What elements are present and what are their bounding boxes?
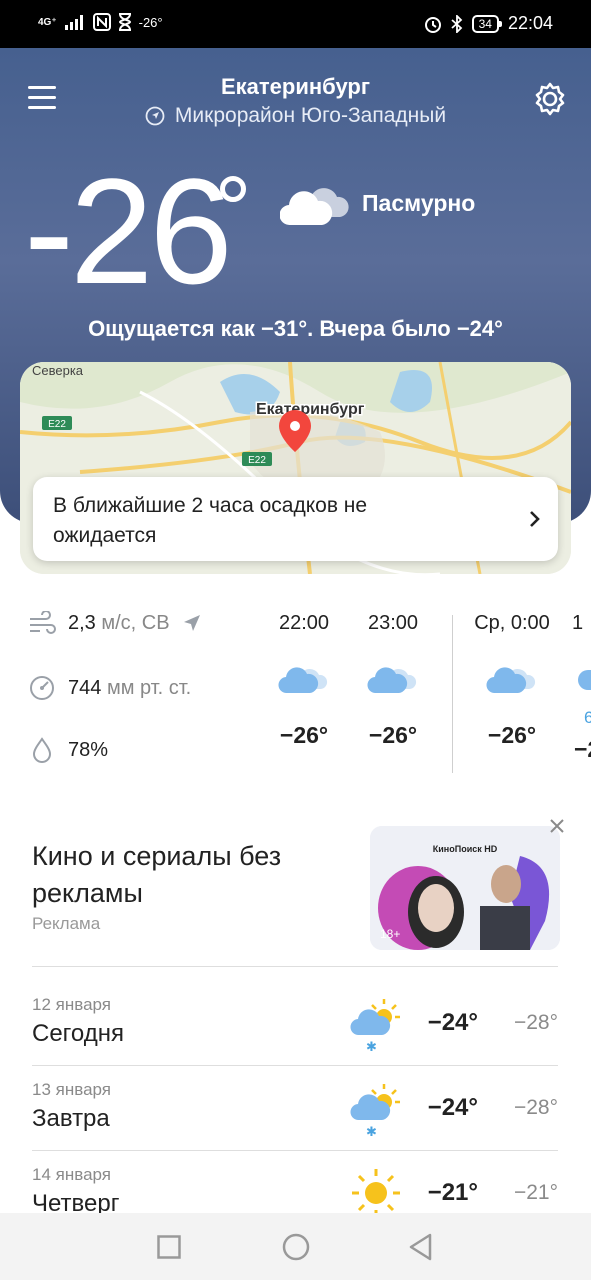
hour-temp: −2	[574, 736, 591, 762]
ad-title[interactable]: Кино и сериалы без рекламы	[32, 838, 342, 912]
separator	[32, 1150, 558, 1151]
humidity-value: 78%	[68, 738, 109, 761]
svg-text:✱: ✱	[366, 1125, 377, 1138]
separator	[32, 1065, 558, 1066]
settings-gear-icon[interactable]	[531, 80, 569, 118]
age-rating: 18+	[380, 927, 400, 941]
status-bar: 4G⁺ -26° 34 22:04	[0, 0, 591, 48]
partly-cloudy-snow-icon: ✱	[350, 1084, 400, 1138]
precipitation-text: В ближайшие 2 часа осадков не ожидается	[53, 494, 368, 547]
ad-brand: КиноПоиск HD	[433, 844, 498, 854]
hour-temp: −26°	[487, 722, 537, 748]
day-low: −28°	[513, 1011, 558, 1034]
wind-unit: м/с, СВ	[101, 611, 170, 634]
day-divider	[452, 615, 453, 773]
day-name: Завтра	[32, 1105, 110, 1132]
signal-icon	[64, 15, 83, 30]
day-low: −28°	[513, 1096, 558, 1119]
system-navigation-bar	[0, 1213, 591, 1280]
hourly-item-partial[interactable]: 1 6 −2	[572, 612, 591, 782]
svg-text:✱: ✱	[366, 1040, 377, 1053]
wind-row: 2,3 м/с, СВ	[28, 611, 202, 635]
partly-cloudy-snow-icon: ✱	[350, 999, 400, 1053]
hourly-item[interactable]: 22:00 −26°	[264, 612, 344, 749]
day-date: 13 января	[32, 1080, 111, 1099]
day-low: −21°	[513, 1181, 558, 1204]
hour-temp: −26°	[368, 722, 418, 748]
location-arrow-icon	[145, 106, 165, 126]
map-label-severka: Северка	[32, 363, 84, 378]
precip-chance: 6	[584, 708, 591, 727]
day-high: −24°	[427, 1094, 478, 1121]
day-date: 12 января	[32, 995, 111, 1014]
ad-image[interactable]: КиноПоиск HD 18+	[370, 826, 560, 950]
close-icon[interactable]	[549, 818, 565, 834]
daily-row[interactable]: 13 января Завтра ✱ −24° −28°	[32, 1080, 558, 1166]
home-icon[interactable]	[282, 1233, 310, 1261]
city-name[interactable]: Екатеринбург	[0, 74, 591, 100]
network-indicator: 4G⁺	[38, 16, 57, 28]
wind-direction-icon	[183, 615, 200, 631]
road-label-e22-a: E22	[48, 419, 66, 430]
ad-artwork: КиноПоиск HD 18+	[370, 826, 560, 950]
hour-time: 23:00	[367, 612, 419, 634]
day-high: −24°	[427, 1009, 478, 1036]
chevron-right-icon	[530, 511, 540, 527]
status-temp: -26°	[138, 14, 163, 30]
sun-icon	[352, 1169, 400, 1217]
district-row[interactable]: Микрорайон Юго-Западный	[0, 104, 591, 128]
wind-icon	[30, 611, 56, 634]
day-high: −21°	[427, 1179, 478, 1206]
overcast-cloud-icon	[280, 188, 349, 226]
day-name: Сегодня	[32, 1020, 124, 1047]
weather-condition: Пасмурно	[362, 190, 476, 216]
day-date: 14 января	[32, 1165, 111, 1184]
hourly-item[interactable]: 23:00 −26°	[353, 612, 433, 749]
district-name: Микрорайон Юго-Западный	[174, 104, 447, 127]
alarm-icon	[424, 16, 441, 33]
humidity-drop-icon	[32, 737, 52, 763]
hourly-item[interactable]: Ср, 0:00 −26°	[466, 612, 558, 749]
cloud-icon	[367, 667, 417, 694]
cloud-icon	[486, 667, 536, 694]
hour-temp: −26°	[279, 722, 329, 748]
bluetooth-icon	[450, 14, 462, 33]
nfc-icon	[92, 13, 111, 31]
current-temperature: -26	[24, 147, 233, 315]
humidity-row: 78%	[28, 736, 108, 764]
clock: 22:04	[507, 13, 553, 33]
battery-indicator: 34	[471, 14, 503, 33]
hour-time: 22:00	[278, 612, 330, 634]
hourglass-icon	[118, 13, 131, 31]
degree-symbol	[220, 176, 246, 202]
hour-time: Ср, 0:00	[474, 612, 550, 634]
pressure-unit: мм рт. ст.	[106, 676, 192, 699]
daily-row[interactable]: 12 января Сегодня ✱ −24° −28°	[32, 995, 558, 1081]
separator	[32, 966, 558, 967]
pressure-value: 744	[68, 676, 102, 699]
back-icon[interactable]	[408, 1233, 434, 1261]
recent-apps-icon[interactable]	[157, 1235, 181, 1259]
hour-time: 1	[572, 612, 584, 634]
road-label-e22-b: E22	[248, 455, 266, 466]
pressure-gauge-icon	[30, 676, 54, 700]
pressure-row: 744 мм рт. ст.	[28, 674, 191, 702]
map-label-city: Екатеринбург	[256, 401, 365, 418]
wind-speed: 2,3	[68, 611, 96, 634]
cloud-icon	[278, 667, 328, 694]
feels-like-text: Ощущается как −31°. Вчера было −24°	[88, 316, 503, 341]
precipitation-card[interactable]: В ближайшие 2 часа осадков не ожидается	[33, 477, 558, 561]
cloud-icon	[578, 670, 591, 690]
ad-label: Реклама	[32, 914, 101, 933]
